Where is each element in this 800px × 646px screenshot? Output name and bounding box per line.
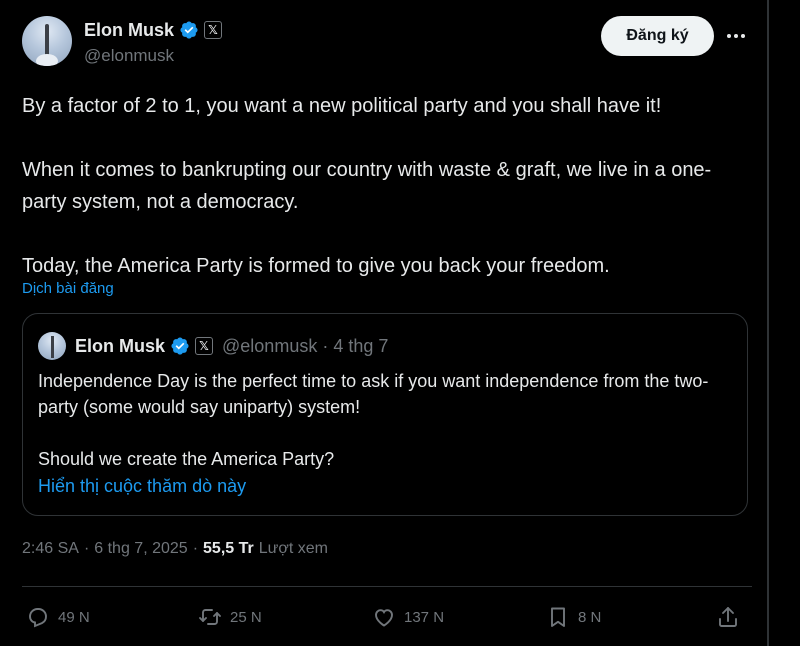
- x-logo-icon: 𝕏: [195, 337, 214, 355]
- column-divider: [767, 0, 769, 646]
- meta-separator: ·: [192, 540, 199, 557]
- show-poll-link[interactable]: Hiển thị cuộc thăm dò này: [38, 476, 246, 497]
- x-logo-icon: 𝕏: [204, 21, 223, 39]
- avatar[interactable]: [22, 16, 72, 66]
- quote-author-name: Elon Musk: [75, 335, 166, 356]
- quoted-post[interactable]: Elon Musk 𝕏 @elonmusk · 4 thg 7 Independ…: [22, 313, 748, 516]
- translate-link[interactable]: Dịch bài đăng: [22, 280, 114, 297]
- post-paragraph: Today, the America Party is formed to gi…: [22, 255, 610, 277]
- quote-header: Elon Musk 𝕏 @elonmusk · 4 thg 7: [75, 334, 388, 358]
- like-button[interactable]: 137 N: [372, 600, 444, 634]
- verified-badge-icon: [180, 21, 198, 39]
- post-date[interactable]: 6 thg 7, 2025: [94, 540, 187, 558]
- reply-button[interactable]: 49 N: [26, 600, 90, 634]
- repost-button[interactable]: 25 N: [198, 600, 262, 634]
- bookmark-button[interactable]: 8 N: [546, 600, 601, 634]
- author-handle[interactable]: @elonmusk: [84, 46, 174, 66]
- action-bar: 49 N 25 N 137 N 8 N: [22, 600, 752, 634]
- post-body: By a factor of 2 to 1, you want a new po…: [22, 90, 752, 282]
- more-options-icon[interactable]: [724, 24, 748, 48]
- post-metadata: 2:46 SA · 6 thg 7, 2025 · 55,5 Tr Lượt x…: [22, 540, 328, 558]
- quote-paragraph: Should we create the America Party?: [38, 449, 335, 469]
- quote-avatar: [38, 332, 66, 360]
- post-time[interactable]: 2:46 SA: [22, 540, 79, 558]
- quote-handle-date: @elonmusk · 4 thg 7: [222, 335, 389, 356]
- share-button[interactable]: [716, 600, 740, 634]
- post-header: Elon Musk 𝕏 @elonmusk Đăng ký: [22, 14, 752, 68]
- heart-icon: [375, 609, 393, 627]
- views-label: Lượt xem: [258, 540, 328, 557]
- views-count: 55,5 Tr: [203, 540, 254, 557]
- quote-body: Independence Day is the perfect time to …: [38, 368, 738, 472]
- repost-count: 25 N: [230, 608, 262, 626]
- author-name-row: Elon Musk 𝕏: [84, 18, 223, 42]
- meta-separator: ·: [83, 540, 90, 557]
- follow-button[interactable]: Đăng ký: [601, 16, 714, 56]
- quote-paragraph: Independence Day is the perfect time to …: [38, 371, 709, 417]
- bookmark-icon: [551, 607, 565, 627]
- bookmark-count: 8 N: [578, 608, 602, 626]
- repost-icon: [199, 609, 221, 625]
- divider: [22, 586, 752, 587]
- share-icon: [719, 607, 737, 627]
- reply-icon: [29, 608, 47, 628]
- like-count: 137 N: [404, 608, 445, 626]
- author-name[interactable]: Elon Musk: [84, 20, 174, 41]
- verified-badge-icon: [171, 337, 189, 355]
- post-paragraph: When it comes to bankrupting our country…: [22, 159, 712, 213]
- reply-count: 49 N: [58, 608, 90, 626]
- post-paragraph: By a factor of 2 to 1, you want a new po…: [22, 95, 662, 117]
